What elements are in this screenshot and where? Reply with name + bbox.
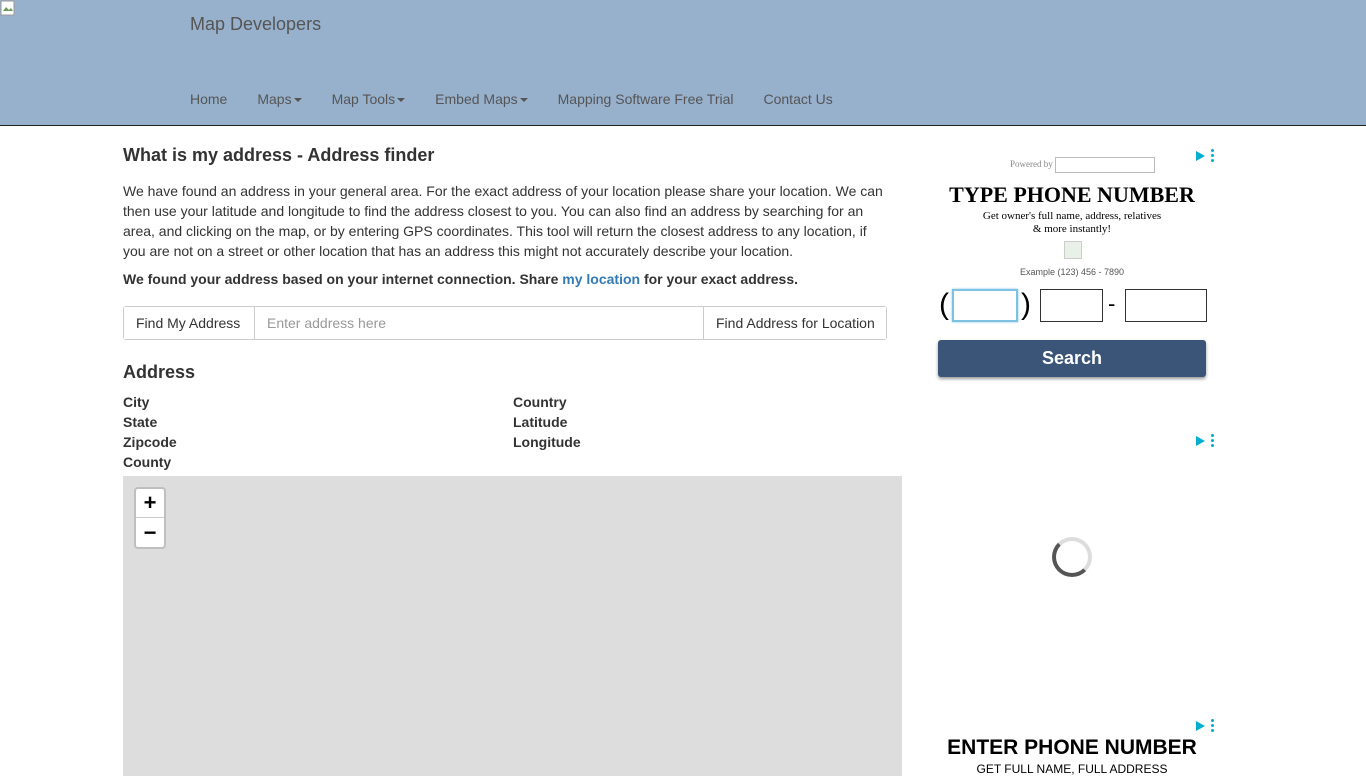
- adchoices-play-icon[interactable]: [1196, 720, 1205, 731]
- zoom-in-button[interactable]: +: [136, 489, 164, 518]
- more-options-icon[interactable]: [1211, 719, 1214, 732]
- map-canvas[interactable]: + −: [123, 476, 902, 776]
- nav-home-label: Home: [190, 91, 228, 107]
- secure-shield-icon: [1064, 241, 1082, 259]
- caret-down-icon: [397, 98, 406, 103]
- city-label: City: [123, 394, 150, 410]
- find-address-for-location-button[interactable]: Find Address for Location: [703, 307, 886, 339]
- nav-free-trial[interactable]: Mapping Software Free Trial: [558, 91, 734, 107]
- country-label: Country: [513, 394, 567, 410]
- caret-down-icon: [519, 98, 528, 103]
- page-title: What is my address - Address finder: [123, 145, 435, 165]
- phone-example: Example (123) 456 - 7890: [1019, 267, 1125, 277]
- broken-image-icon: [0, 0, 15, 16]
- state-label: State: [123, 414, 158, 430]
- phone-dash: -: [1108, 291, 1116, 316]
- ad-subtext: GET FULL NAME, FULL ADDRESS: [976, 762, 1168, 776]
- adchoices-play-icon[interactable]: [1196, 150, 1205, 161]
- nav-home[interactable]: Home: [190, 91, 227, 107]
- county-label: County: [123, 454, 172, 470]
- more-options-icon[interactable]: [1211, 149, 1214, 162]
- ad-subtext-line1: Get owner's full name, address, relative…: [982, 210, 1162, 222]
- address-heading: Address: [123, 362, 196, 382]
- address-search-bar: Find My Address Enter address here Find …: [123, 306, 887, 340]
- phone-input-group: ( ) -: [938, 288, 1208, 324]
- phone-line-input[interactable]: [1125, 289, 1207, 322]
- broken-logo-image: [1054, 157, 1155, 173]
- nav-maps[interactable]: Maps: [257, 91, 302, 107]
- latitude-label: Latitude: [513, 414, 568, 430]
- ad-headline: ENTER PHONE NUMBER: [947, 736, 1197, 759]
- nav-maps-label: Maps: [257, 91, 292, 107]
- more-options-icon[interactable]: [1211, 434, 1214, 447]
- nav-map-tools-label: Map Tools: [331, 91, 396, 107]
- zoom-out-button[interactable]: −: [136, 518, 164, 547]
- caret-down-icon: [293, 98, 302, 103]
- intro-paragraph: We have found an address in your general…: [123, 183, 883, 259]
- nav-free-trial-label: Mapping Software Free Trial: [557, 91, 734, 107]
- ad-choices[interactable]: [1196, 434, 1214, 447]
- phone-prefix-input[interactable]: [1040, 289, 1103, 322]
- nav-contact-us-label: Contact Us: [763, 91, 833, 107]
- ad-choices[interactable]: [1196, 149, 1214, 162]
- ad-subtext-line2: & more instantly!: [1032, 223, 1112, 235]
- loading-ad: [938, 430, 1214, 700]
- powered-by: Powered by: [1010, 157, 1155, 173]
- main-nav: Home Maps Map Tools Embed Maps Mapping S…: [190, 91, 863, 107]
- site-header: Map Developers Home Maps Map Tools Embed…: [0, 0, 1366, 126]
- ad-choices[interactable]: [1196, 719, 1214, 732]
- address-input[interactable]: Enter address here: [255, 307, 703, 339]
- zipcode-label: Zipcode: [123, 434, 177, 450]
- ad-search-button[interactable]: Search: [938, 340, 1206, 377]
- my-location-link[interactable]: my location: [562, 271, 640, 287]
- ad-subtext: Get owner's full name, address, relative…: [938, 210, 1206, 236]
- found-prefix: We found your address based on your inte…: [123, 271, 563, 287]
- find-my-address-button[interactable]: Find My Address: [124, 307, 255, 339]
- zoom-control: + −: [134, 487, 166, 549]
- found-suffix: for your exact address.: [640, 271, 799, 287]
- powered-by-text: Powered by: [1010, 159, 1053, 170]
- adchoices-play-icon[interactable]: [1196, 435, 1205, 446]
- loading-spinner-icon: [1052, 537, 1092, 577]
- nav-embed-maps[interactable]: Embed Maps: [435, 91, 528, 107]
- nav-embed-maps-label: Embed Maps: [435, 91, 518, 107]
- brand-link[interactable]: Map Developers: [190, 14, 321, 35]
- nav-contact-us[interactable]: Contact Us: [764, 91, 833, 107]
- phone-number-ad[interactable]: ENTER PHONE NUMBER GET FULL NAME, FULL A…: [938, 715, 1214, 776]
- ad-headline: TYPE PHONE NUMBER: [949, 182, 1195, 207]
- nav-map-tools[interactable]: Map Tools: [332, 91, 406, 107]
- open-paren: (: [939, 288, 949, 321]
- longitude-label: Longitude: [513, 434, 581, 450]
- close-paren: ): [1021, 288, 1031, 321]
- found-address-note: We found your address based on your inte…: [123, 271, 798, 287]
- area-code-input[interactable]: [952, 289, 1018, 322]
- phone-lookup-ad[interactable]: Powered by TYPE PHONE NUMBER Get owner's…: [938, 145, 1214, 385]
